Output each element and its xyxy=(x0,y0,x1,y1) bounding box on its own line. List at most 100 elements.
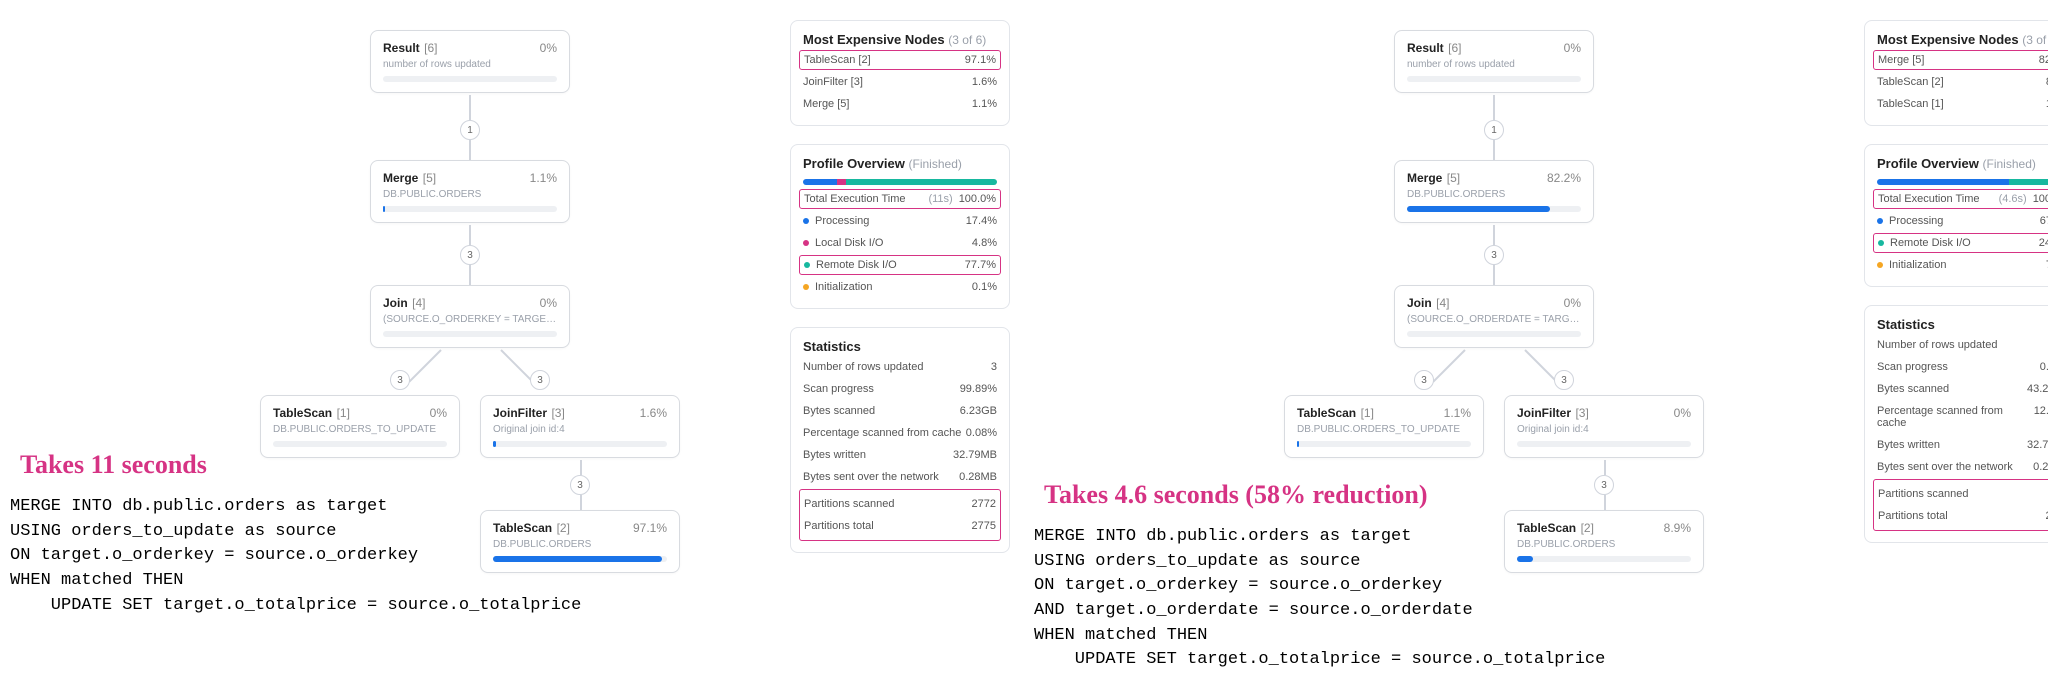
stat-row: Percentage scanned from cache12.13% xyxy=(1877,400,2048,434)
stat-row: Total Execution Time(4.6s)100.0% xyxy=(1873,189,2048,209)
edge-label: 3 xyxy=(1554,370,1574,390)
edge xyxy=(1493,140,1495,160)
card-title: Profile Overview xyxy=(803,156,905,171)
node-pct: 82.2% xyxy=(1547,171,1581,185)
node-sub: (SOURCE.O_ORDERDATE = TARGET.O_O… xyxy=(1407,314,1581,325)
plan-node-joinfilter[interactable]: JoinFilter [3] 1.6% Original join id:4 xyxy=(480,395,680,458)
node-pct: 0% xyxy=(1564,296,1581,310)
node-sub: number of rows updated xyxy=(1407,59,1581,70)
node-bar xyxy=(1407,76,1581,82)
profile-rows: Total Execution Time(4.6s)100.0%Processi… xyxy=(1877,189,2048,276)
node-pct: 8.9% xyxy=(1664,521,1691,535)
edge xyxy=(1493,225,1495,245)
stat-row: Partitions total2775 xyxy=(804,515,996,537)
expensive-nodes-card: Most Expensive Nodes (3 of 6) Merge [5]8… xyxy=(1864,20,2048,126)
node-bar xyxy=(1407,206,1581,212)
node-pct: 0% xyxy=(1564,41,1581,55)
edge-label: 1 xyxy=(1484,120,1504,140)
stat-row: Scan progress0.18% xyxy=(1877,356,2048,378)
edge xyxy=(500,349,533,382)
node-title: TableScan xyxy=(273,406,332,420)
node-id: [3] xyxy=(1575,406,1588,420)
stat-row: Local Disk I/O4.8% xyxy=(803,232,997,254)
annotation-text: Takes 4.6 seconds (58% reduction) xyxy=(1044,480,1428,510)
stat-row: Bytes scanned6.23GB xyxy=(803,400,997,422)
stat-row: Partitions scanned2772 xyxy=(804,493,996,515)
node-id: [4] xyxy=(1436,296,1449,310)
sql-code: MERGE INTO db.public.orders as target US… xyxy=(1034,525,1605,673)
edge xyxy=(469,95,471,120)
card-subtitle: (3 of 6) xyxy=(2022,33,2048,47)
node-title: Result xyxy=(383,41,420,55)
edge-label: 3 xyxy=(1484,245,1504,265)
node-pct: 0% xyxy=(1674,406,1691,420)
plan-node-merge[interactable]: Merge [5]82.2% DB.PUBLIC.ORDERS xyxy=(1394,160,1594,223)
profile-colorbar xyxy=(1877,179,2048,185)
statistics-card: Statistics Number of rows updated3Scan p… xyxy=(790,327,1010,553)
edge xyxy=(469,225,471,245)
profile-overview-card: Profile Overview (Finished) Total Execut… xyxy=(1864,144,2048,287)
node-sub: Original join id:4 xyxy=(493,424,667,435)
card-subtitle: (Finished) xyxy=(909,157,962,171)
node-bar xyxy=(1407,331,1581,337)
node-bar xyxy=(1297,441,1471,447)
node-id: [4] xyxy=(412,296,425,310)
plan-node-joinfilter[interactable]: JoinFilter [3]0% Original join id:4 xyxy=(1504,395,1704,458)
stat-row: Processing67.8% xyxy=(1877,210,2048,232)
node-bar xyxy=(1517,441,1691,447)
side-panels: Most Expensive Nodes (3 of 6) Merge [5]8… xyxy=(1864,20,2048,561)
plan-node-tablescan-1[interactable]: TableScan [1]1.1% DB.PUBLIC.ORDERS_TO_UP… xyxy=(1284,395,1484,458)
stat-row: Number of rows updated3 xyxy=(803,356,997,378)
plan-node-result[interactable]: Result [6]0% number of rows updated xyxy=(1394,30,1594,93)
node-pct: 97.1% xyxy=(633,521,667,535)
node-sub: Original join id:4 xyxy=(1517,424,1691,435)
expensive-rows: TableScan [2]97.1%JoinFilter [3]1.6%Merg… xyxy=(803,50,997,115)
annotation-text: Takes 11 seconds xyxy=(20,450,207,480)
node-title: Merge xyxy=(383,171,418,185)
stat-row: Merge [5]82.2% xyxy=(1873,50,2048,70)
stat-row: Total Execution Time(11s)100.0% xyxy=(799,189,1001,209)
node-bar xyxy=(273,441,447,447)
node-title: Join xyxy=(383,296,408,310)
plan-node-merge[interactable]: Merge [5] 1.1% DB.PUBLIC.ORDERS xyxy=(370,160,570,223)
plan-node-tablescan-1[interactable]: TableScan [1]0% DB.PUBLIC.ORDERS_TO_UPDA… xyxy=(260,395,460,458)
edge-label: 3 xyxy=(570,475,590,495)
node-sub: DB.PUBLIC.ORDERS_TO_UPDATE xyxy=(273,424,447,435)
stat-row: Number of rows updated3 xyxy=(1877,334,2048,356)
node-id: [6] xyxy=(1448,41,1461,55)
sql-code: MERGE INTO db.public.orders as target US… xyxy=(10,495,581,618)
stat-row: TableScan [1]1.1% xyxy=(1877,93,2048,115)
edge xyxy=(1432,349,1465,382)
node-id: [3] xyxy=(551,406,564,420)
edge-label: 3 xyxy=(1594,475,1614,495)
edge xyxy=(1493,265,1495,285)
card-subtitle: (Finished) xyxy=(1983,157,2036,171)
node-pct: 1.1% xyxy=(530,171,557,185)
node-id: [5] xyxy=(423,171,436,185)
stat-row: Bytes written32.79MB xyxy=(1877,434,2048,456)
plan-node-join[interactable]: Join [4]0% (SOURCE.O_ORDERKEY = TARGET.O… xyxy=(370,285,570,348)
edge xyxy=(1524,349,1557,382)
node-pct: 1.1% xyxy=(1444,406,1471,420)
profile-colorbar xyxy=(803,179,997,185)
edge xyxy=(1604,460,1606,475)
plan-node-join[interactable]: Join [4]0% (SOURCE.O_ORDERDATE = TARGET.… xyxy=(1394,285,1594,348)
node-sub: DB.PUBLIC.ORDERS xyxy=(383,189,557,200)
edge xyxy=(1493,95,1495,120)
node-title: JoinFilter xyxy=(493,406,547,420)
stat-row: Scan progress99.89% xyxy=(803,378,997,400)
profile-rows: Total Execution Time(11s)100.0%Processin… xyxy=(803,189,997,298)
edge-label: 3 xyxy=(390,370,410,390)
right-panel: 1 3 3 3 3 Result [6]0% number of rows up… xyxy=(1024,0,2048,676)
side-panels: Most Expensive Nodes (3 of 6) TableScan … xyxy=(790,20,1010,571)
stat-row: Bytes sent over the network0.24MB xyxy=(1877,456,2048,478)
node-bar xyxy=(493,441,667,447)
node-pct: 0% xyxy=(540,41,557,55)
node-id: [1] xyxy=(1361,406,1374,420)
card-subtitle: (3 of 6) xyxy=(948,33,986,47)
stat-row: Merge [5]1.1% xyxy=(803,93,997,115)
plan-node-result[interactable]: Result [6]0% number of rows updated xyxy=(370,30,570,93)
node-pct: 1.6% xyxy=(640,406,667,420)
stat-row: Partitions total2775 xyxy=(1878,505,2048,527)
node-sub: (SOURCE.O_ORDERKEY = TARGET.O_O… xyxy=(383,314,557,325)
